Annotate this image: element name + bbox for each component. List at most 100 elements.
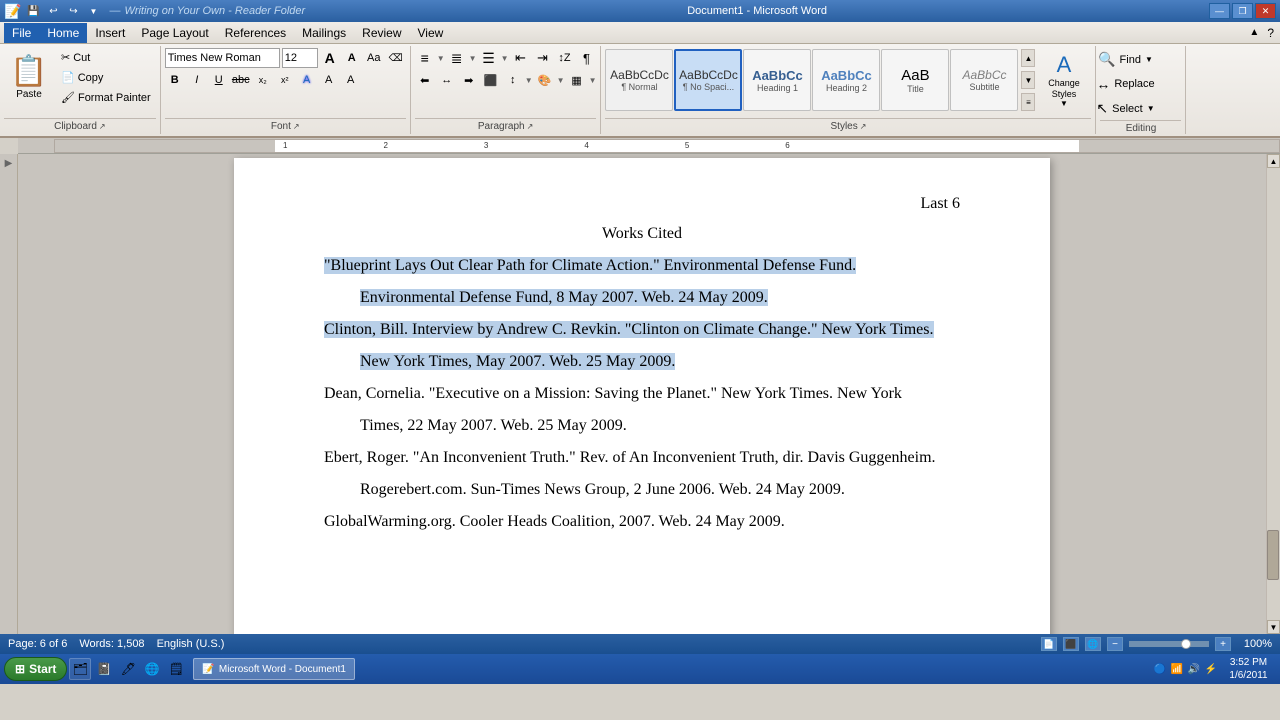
menu-file[interactable]: File (4, 23, 39, 43)
ribbon-collapse[interactable]: ▲ (1247, 25, 1261, 40)
change-styles-button[interactable]: A ChangeStyles ▼ (1036, 48, 1091, 112)
tray-icon-4[interactable]: ⚡ (1204, 662, 1218, 676)
subscript-button[interactable]: x₂ (253, 70, 273, 90)
select-dropdown[interactable]: ▼ (1147, 104, 1155, 113)
zoom-out[interactable]: − (1107, 637, 1123, 651)
view-normal[interactable]: 📄 (1041, 637, 1057, 651)
multilevel-button[interactable]: ☰ (479, 48, 499, 68)
menu-home[interactable]: Home (39, 23, 87, 43)
border-dropdown[interactable]: ▼ (589, 76, 597, 85)
styles-scroll-down[interactable]: ▼ (1021, 71, 1035, 89)
tray-icon-2[interactable]: 📶 (1170, 662, 1184, 676)
page-nav-icon[interactable]: ▶ (5, 158, 13, 169)
superscript-button[interactable]: x² (275, 70, 295, 90)
style-title[interactable]: AaB Title (881, 49, 949, 111)
menu-review[interactable]: Review (354, 23, 409, 43)
doc-scroll-view[interactable]: Last 6 Works Cited "Blueprint Lays Out C… (18, 154, 1266, 634)
font-expand[interactable]: ↗ (293, 122, 300, 131)
highlight-color-button[interactable]: A (319, 70, 339, 90)
menu-references[interactable]: References (217, 23, 294, 43)
minimize-button[interactable]: — (1209, 3, 1230, 19)
active-window-button[interactable]: 📝 Microsoft Word - Document1 (193, 658, 355, 680)
taskbar-icon-4[interactable]: 🌐 (141, 658, 163, 680)
align-center[interactable]: ↔ (437, 70, 457, 90)
border-button[interactable]: ▦ (567, 70, 587, 90)
line-spacing[interactable]: ↕ (503, 70, 523, 90)
copy-button[interactable]: 📄 Copy (56, 68, 156, 87)
multilevel-dropdown[interactable]: ▼ (501, 54, 509, 63)
align-right[interactable]: ➡ (459, 70, 479, 90)
help-icon[interactable]: ? (1265, 24, 1276, 42)
taskbar-icon-1[interactable]: 🗂 (69, 658, 91, 680)
line-spacing-dropdown[interactable]: ▼ (525, 76, 533, 85)
find-dropdown[interactable]: ▼ (1145, 55, 1153, 64)
shading-button[interactable]: 🎨 (535, 70, 555, 90)
numbering-dropdown[interactable]: ▼ (469, 54, 477, 63)
tray-icon-3[interactable]: 🔊 (1187, 662, 1201, 676)
font-color-button[interactable]: A (341, 70, 361, 90)
scroll-thumb[interactable] (1267, 530, 1279, 580)
quick-undo[interactable]: ↩ (45, 3, 61, 19)
taskbar-icon-2[interactable]: 📓 (93, 658, 115, 680)
taskbar-icon-3[interactable]: 🖊 (117, 658, 139, 680)
style-subtitle-name: Subtitle (969, 82, 999, 92)
style-heading1[interactable]: AaBbCc Heading 1 (743, 49, 811, 111)
menu-page-layout[interactable]: Page Layout (133, 23, 216, 43)
shading-dropdown[interactable]: ▼ (557, 76, 565, 85)
document-page: Last 6 Works Cited "Blueprint Lays Out C… (234, 158, 1050, 634)
align-left[interactable]: ⬅ (415, 70, 435, 90)
italic-button[interactable]: I (187, 70, 207, 90)
underline-button[interactable]: U (209, 70, 229, 90)
quick-save[interactable]: 💾 (25, 3, 41, 19)
select-button[interactable]: ↖ Select ▼ (1100, 97, 1150, 120)
cut-button[interactable]: ✂ Cut (56, 48, 156, 67)
style-normal[interactable]: AaBbCcDc ¶ Normal (605, 49, 673, 111)
tray-icon-1[interactable]: 🔵 (1153, 662, 1167, 676)
zoom-slider-track[interactable] (1129, 641, 1209, 647)
paste-button[interactable]: 📋 Paste (4, 48, 54, 106)
quick-customize[interactable]: ▼ (85, 3, 101, 19)
zoom-in[interactable]: + (1215, 637, 1231, 651)
quick-redo[interactable]: ↪ (65, 3, 81, 19)
change-case-button[interactable]: Aa (364, 48, 384, 68)
bold-button[interactable]: B (165, 70, 185, 90)
view-web[interactable]: 🌐 (1085, 637, 1101, 651)
start-button[interactable]: ⊞ Start (4, 657, 67, 681)
font-size-decrease[interactable]: A (342, 48, 362, 68)
strikethrough-button[interactable]: abc (231, 70, 251, 90)
increase-indent[interactable]: ⇥ (532, 48, 552, 68)
font-top: A A Aa ⌫ B I U abc x₂ x² A A A (165, 48, 406, 118)
scroll-up-button[interactable]: ▲ (1267, 154, 1280, 168)
menu-mailings[interactable]: Mailings (294, 23, 354, 43)
bullets-dropdown[interactable]: ▼ (437, 54, 445, 63)
find-button[interactable]: 🔍 Find ▼ (1100, 48, 1150, 71)
decrease-indent[interactable]: ⇤ (510, 48, 530, 68)
justify[interactable]: ⬛ (481, 70, 501, 90)
clear-format-button[interactable]: ⌫ (386, 48, 406, 68)
style-no-spacing[interactable]: AaBbCcDc ¶ No Spaci... (674, 49, 742, 111)
taskbar-icon-5[interactable]: 🗒 (165, 658, 187, 680)
numbering-button[interactable]: ≣ (447, 48, 467, 68)
scroll-down-button[interactable]: ▼ (1267, 620, 1280, 634)
restore-button[interactable]: ❐ (1232, 3, 1253, 19)
styles-expand[interactable]: ↗ (860, 122, 867, 131)
font-size-increase[interactable]: A (320, 48, 340, 68)
font-name-input[interactable] (165, 48, 280, 68)
text-effect-button[interactable]: A (297, 70, 317, 90)
clipboard-expand[interactable]: ↗ (99, 122, 106, 131)
styles-more[interactable]: ≡ (1021, 93, 1035, 111)
menu-insert[interactable]: Insert (87, 23, 133, 43)
close-button[interactable]: ✕ (1255, 3, 1276, 19)
replace-button[interactable]: ↔ Replace (1100, 73, 1150, 95)
format-painter-button[interactable]: 🖌 Format Painter (56, 88, 156, 107)
menu-view[interactable]: View (410, 23, 452, 43)
paragraph-expand[interactable]: ↗ (527, 122, 534, 131)
view-full[interactable]: ⬛ (1063, 637, 1079, 651)
bullets-button[interactable]: ≡ (415, 48, 435, 68)
sort-button[interactable]: ↕Z (554, 48, 574, 68)
style-subtitle[interactable]: AaBbCc Subtitle (950, 49, 1018, 111)
show-marks-button[interactable]: ¶ (576, 48, 596, 68)
style-heading2[interactable]: AaBbCc Heading 2 (812, 49, 880, 111)
font-size-input[interactable] (282, 48, 318, 68)
styles-scroll-up[interactable]: ▲ (1021, 49, 1035, 67)
